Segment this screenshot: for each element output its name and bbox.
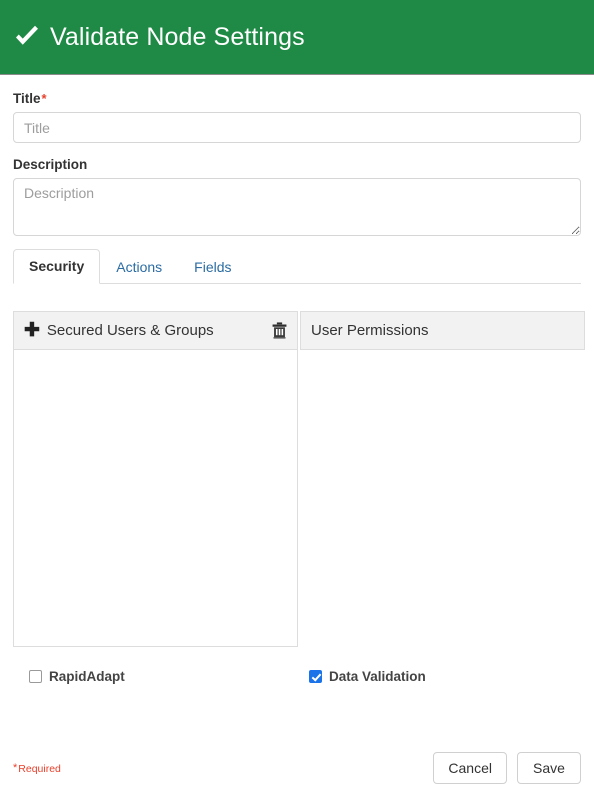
title-input[interactable]	[13, 112, 581, 143]
user-permissions-panel-title: User Permissions	[311, 322, 429, 339]
user-permissions-panel: User Permissions	[300, 311, 585, 647]
description-label: Description	[13, 157, 88, 172]
required-note: *Required	[13, 762, 61, 775]
options-checkbox-row: RapidAdapt Data Validation	[13, 669, 581, 684]
secured-users-panel-header: ✚ Secured Users & Groups	[13, 311, 298, 350]
tab-fields[interactable]: Fields	[178, 250, 247, 284]
data-validation-label[interactable]: Data Validation	[329, 669, 426, 684]
tab-security[interactable]: Security	[13, 249, 101, 284]
tab-actions[interactable]: Actions	[100, 250, 178, 284]
title-required-marker: *	[41, 91, 47, 106]
dialog-header: Validate Node Settings	[0, 0, 594, 75]
rapidadapt-checkbox-item[interactable]: RapidAdapt	[13, 669, 298, 684]
dialog-title: Validate Node Settings	[50, 23, 305, 51]
security-panels: ✚ Secured Users & Groups User Permission…	[13, 311, 585, 647]
description-field-group: Description	[13, 157, 581, 236]
description-textarea[interactable]	[13, 178, 581, 236]
required-star: *	[13, 761, 18, 774]
required-label: Required	[18, 762, 61, 775]
user-permissions-panel-header: User Permissions	[300, 311, 585, 350]
title-label-text: Title	[13, 91, 41, 106]
rapidadapt-checkbox[interactable]	[29, 670, 42, 683]
dialog-footer: *Required Cancel Save	[0, 738, 594, 798]
trash-icon[interactable]	[272, 322, 287, 339]
data-validation-checkbox[interactable]	[309, 670, 322, 683]
data-validation-checkbox-item[interactable]: Data Validation	[298, 669, 426, 684]
footer-buttons: Cancel Save	[433, 752, 581, 784]
title-field-group: Title*	[13, 91, 581, 143]
rapidadapt-label[interactable]: RapidAdapt	[49, 669, 125, 684]
secured-users-panel: ✚ Secured Users & Groups	[13, 311, 298, 647]
user-permissions-list[interactable]	[300, 350, 585, 647]
title-label: Title*	[13, 91, 581, 106]
secured-users-list[interactable]	[13, 350, 298, 647]
dialog-body: Title* Description Security Actions Fiel…	[0, 75, 594, 684]
secured-users-panel-title: Secured Users & Groups	[46, 322, 214, 339]
cancel-button[interactable]: Cancel	[433, 752, 507, 784]
plus-icon[interactable]: ✚	[24, 321, 40, 340]
tab-bar: Security Actions Fields	[13, 249, 581, 284]
check-icon	[16, 25, 38, 45]
save-button[interactable]: Save	[517, 752, 581, 784]
